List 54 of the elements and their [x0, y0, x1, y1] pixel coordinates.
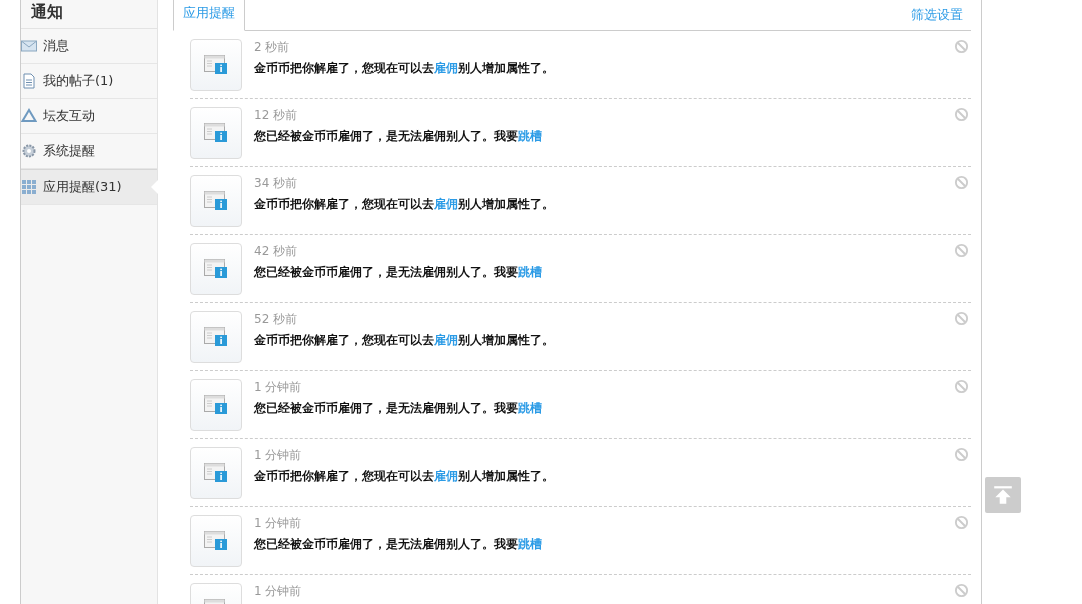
- filter-settings-link[interactable]: 筛选设置: [911, 6, 963, 24]
- notification-time: 2 秒前: [254, 39, 291, 55]
- notification-message: 您已经被金币币雇佣了，是无法雇佣别人了。我要跳槽: [254, 537, 543, 552]
- sidebar-item[interactable]: 应用提醒(31): [21, 169, 157, 205]
- ignore-icon[interactable]: [954, 107, 969, 122]
- notification-message: 金币币把你解雇了，您现在可以去雇佣别人增加属性了。: [254, 197, 555, 212]
- grid-icon: [21, 179, 37, 195]
- window-info-icon: [204, 531, 228, 551]
- sidebar-title: 通知: [21, 0, 157, 29]
- notification-message: 金币币把你解雇了，您现在可以去雇佣别人增加属性了。: [254, 333, 555, 348]
- message-link[interactable]: 雇佣: [434, 333, 458, 347]
- notification-time: 1 分钟前: [254, 379, 303, 395]
- notification-message: 金币币把你解雇了，您现在可以去雇佣别人增加属性了。: [254, 469, 555, 484]
- notification-message: 您已经被金币币雇佣了，是无法雇佣别人了。我要跳槽: [254, 401, 543, 416]
- message-link[interactable]: 跳槽: [518, 401, 542, 415]
- notification-time: 42 秒前: [254, 243, 299, 259]
- message-link[interactable]: 跳槽: [518, 537, 542, 551]
- window-info-icon: [204, 327, 228, 347]
- ignore-icon[interactable]: [954, 447, 969, 462]
- notification-message: 金币币把你解雇了，您现在可以去雇佣别人增加属性了。: [254, 61, 555, 76]
- ignore-icon[interactable]: [954, 39, 969, 54]
- sidebar-item[interactable]: 消息: [21, 29, 157, 64]
- window-info-icon: [204, 123, 228, 143]
- ignore-icon[interactable]: [954, 311, 969, 326]
- notification-time: 34 秒前: [254, 175, 299, 191]
- window-info-icon: [204, 395, 228, 415]
- window-info-icon: [204, 259, 228, 279]
- message-link[interactable]: 雇佣: [434, 61, 458, 75]
- tab[interactable]: 应用提醒: [173, 0, 245, 31]
- notification-message: 您已经被金币币雇佣了，是无法雇佣别人了。我要跳槽: [254, 265, 543, 280]
- ignore-icon[interactable]: [954, 175, 969, 190]
- message-link[interactable]: 跳槽: [518, 265, 542, 279]
- message-link[interactable]: 雇佣: [434, 469, 458, 483]
- notification-time: 12 秒前: [254, 107, 299, 123]
- ignore-icon[interactable]: [954, 583, 969, 598]
- triangle-icon: [21, 108, 37, 124]
- envelope-icon: [21, 38, 37, 54]
- ignore-icon[interactable]: [954, 515, 969, 530]
- window-info-icon: [204, 55, 228, 75]
- ignore-icon[interactable]: [954, 243, 969, 258]
- arrow-up-icon: [992, 484, 1014, 506]
- notification-time: 1 分钟前: [254, 447, 303, 463]
- message-link[interactable]: 雇佣: [434, 197, 458, 211]
- sidebar-item[interactable]: 我的帖子(1): [21, 64, 157, 99]
- sidebar-item[interactable]: 坛友互动: [21, 99, 157, 134]
- window-info-icon: [204, 191, 228, 211]
- notification-time: 1 分钟前: [254, 515, 303, 531]
- window-info-icon: [204, 463, 228, 483]
- ignore-icon[interactable]: [954, 379, 969, 394]
- notification-time: 52 秒前: [254, 311, 299, 327]
- notification-time: 1 分钟前: [254, 583, 303, 599]
- message-link[interactable]: 跳槽: [518, 129, 542, 143]
- notification-message: 您已经被金币币雇佣了，是无法雇佣别人了。我要跳槽: [254, 129, 543, 144]
- back-to-top-button[interactable]: [985, 477, 1021, 513]
